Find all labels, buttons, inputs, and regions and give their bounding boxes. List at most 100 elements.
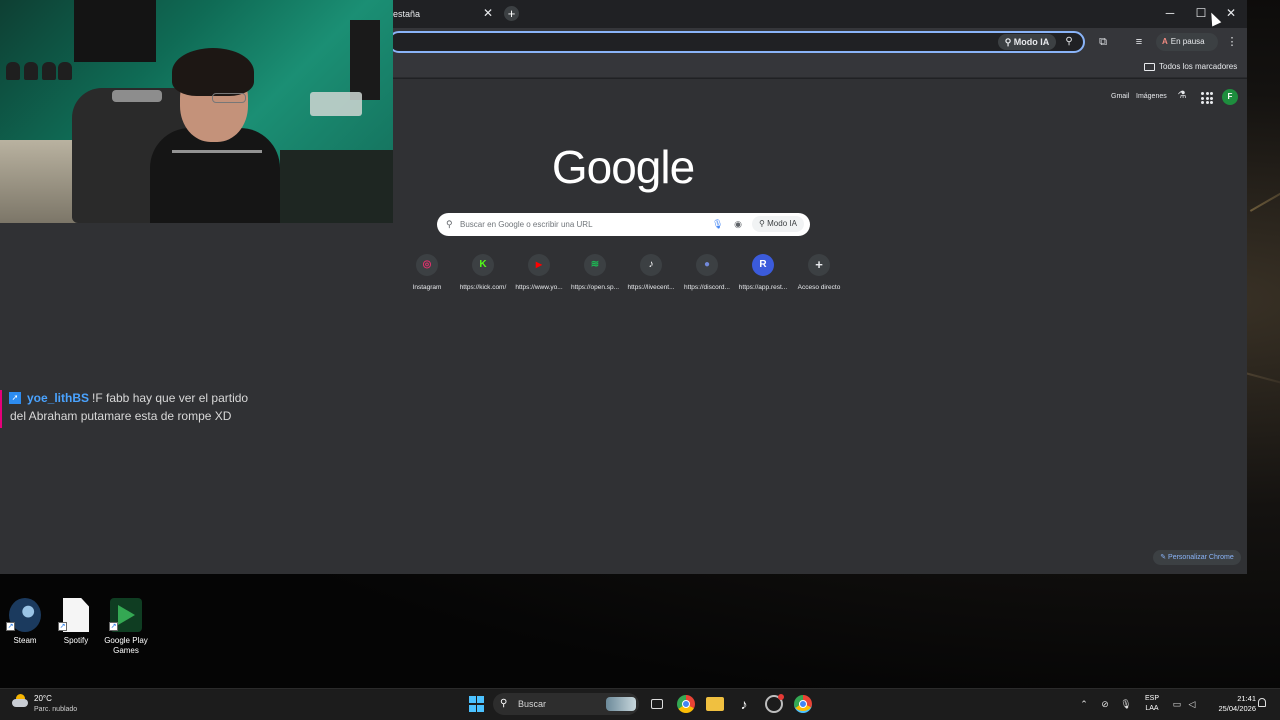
profile-avatar: A xyxy=(1162,37,1168,46)
desktop-icon-label: Spotify xyxy=(63,636,89,645)
customize-label: Personalizar Chrome xyxy=(1168,554,1234,561)
close-window-button[interactable]: ✕ xyxy=(1222,6,1240,20)
weather-description[interactable]: Parc. nublado xyxy=(34,705,77,715)
webcam-overlay xyxy=(0,0,393,223)
volume-icon[interactable]: ◁ xyxy=(1186,697,1198,711)
webcam-glasses xyxy=(212,93,246,103)
desktop-icon-steam[interactable]: ↗ Steam xyxy=(0,598,50,660)
search-icon: ⚲ xyxy=(500,698,508,709)
webcam-person-hair xyxy=(172,48,254,96)
chat-message-line: !F fabb hay que ver el partido xyxy=(92,391,249,405)
webcam-tv xyxy=(74,0,156,62)
desktop-icon-label: Steam xyxy=(13,636,37,645)
shortcut-instagram[interactable]: ◎ Instagram xyxy=(399,254,455,296)
extensions-icon[interactable]: ⧉ xyxy=(1095,34,1111,50)
profile-status-label: En pausa xyxy=(1170,37,1205,46)
address-bar[interactable] xyxy=(388,31,1085,53)
omnibox-modo-ia-button[interactable]: ⚲ Modo IA xyxy=(998,34,1056,50)
notification-bell-icon[interactable] xyxy=(1256,697,1268,710)
spotify-icon: ≋ xyxy=(584,254,606,276)
menu-kebab-icon[interactable]: ⋮ xyxy=(1224,34,1240,50)
taskbar-clock[interactable]: 21:41 25/04/2026 xyxy=(1204,694,1256,714)
customize-chrome-button[interactable]: ✎ Personalizar Chrome xyxy=(1153,550,1241,565)
new-tab-button[interactable]: + xyxy=(504,6,519,21)
shortcut-discord[interactable]: ● https://discord... xyxy=(679,254,735,296)
webcam-lamp xyxy=(310,92,362,116)
ntp-modo-ia-button[interactable]: ⚲ Modo IA xyxy=(752,216,804,232)
instagram-icon: ◎ xyxy=(416,254,438,276)
profile-paused-button[interactable]: A En pausa xyxy=(1156,33,1218,51)
task-view-icon[interactable] xyxy=(648,695,666,713)
webcam-hat xyxy=(42,62,56,80)
sparkle-search-icon: ⚲ xyxy=(1004,37,1014,47)
webcam-hat xyxy=(6,62,20,80)
shortcut-label: https://kick.com/ xyxy=(459,284,507,291)
start-windows-icon[interactable] xyxy=(469,696,485,712)
shortcut-kick[interactable]: K https://kick.com/ xyxy=(455,254,511,296)
tab-close-icon[interactable]: ✕ xyxy=(482,6,494,20)
ntp-search-input[interactable] xyxy=(460,217,700,231)
webcam-hat xyxy=(58,62,72,80)
language-indicator[interactable]: ESP LAA xyxy=(1143,694,1161,714)
google-lens-icon[interactable]: ◉ xyxy=(732,217,744,231)
desktop-icon-label: Google Play Games xyxy=(104,636,148,655)
taskbar-search-label: Buscar xyxy=(518,699,547,709)
folder-icon xyxy=(1144,62,1155,71)
clock-date: 25/04/2026 xyxy=(1218,704,1256,713)
minimize-button[interactable]: ─ xyxy=(1161,6,1179,20)
chat-badge-icon: ➚ xyxy=(9,392,21,404)
desktop-icon-spotify[interactable]: ↗ Spotify xyxy=(51,598,101,660)
language-code: ESP xyxy=(1144,695,1159,702)
shortcut-youtube[interactable]: ▶ https://www.yo... xyxy=(511,254,567,296)
microphone-icon[interactable]: 🎙︎ xyxy=(1120,697,1132,711)
keyboard-layout: LAA xyxy=(1145,705,1159,712)
shortcut-arrow-icon: ↗ xyxy=(58,622,67,631)
network-icon[interactable]: ▭ xyxy=(1171,697,1183,711)
gmail-link[interactable]: Gmail xyxy=(1111,91,1129,103)
media-control-icon[interactable]: ≡ xyxy=(1131,34,1147,50)
sparkle-search-icon: ⚲ xyxy=(759,219,768,228)
voice-search-mic-icon[interactable]: 🎙︎ xyxy=(712,217,723,231)
clock-time: 21:41 xyxy=(1237,694,1256,703)
labs-flask-icon[interactable]: ⚗ xyxy=(1176,90,1188,104)
account-avatar[interactable]: F xyxy=(1222,89,1238,105)
webcam-chair-logo xyxy=(112,90,162,102)
chat-username: yoe_lithBS xyxy=(27,391,90,405)
shortcut-label: https://discord... xyxy=(684,284,730,291)
chevron-up-icon[interactable]: ⌃ xyxy=(1078,697,1090,711)
shortcut-label: https://app.rest... xyxy=(738,284,788,291)
desktop-icon-google-play-games[interactable]: ↗ Google Play Games xyxy=(101,598,151,660)
search-icon[interactable]: ⚲ xyxy=(1062,34,1076,50)
weather-partly-cloudy-icon[interactable] xyxy=(12,693,30,709)
shortcut-spotify[interactable]: ≋ https://open.sp... xyxy=(567,254,623,296)
webcam-desk xyxy=(280,150,393,223)
search-icon: ⚲ xyxy=(446,219,453,229)
google-logo: Google xyxy=(551,141,695,193)
webcam-hat xyxy=(24,62,38,80)
webcam-shirt-stripe xyxy=(172,150,262,153)
pencil-icon: ✎ xyxy=(1160,554,1169,561)
shortcut-restream[interactable]: R https://app.rest... xyxy=(735,254,791,296)
restream-icon: R xyxy=(752,254,774,276)
shortcut-arrow-icon: ↗ xyxy=(6,622,15,631)
youtube-icon: ▶ xyxy=(528,254,550,276)
wallpaper-streak xyxy=(1245,372,1280,390)
discord-icon: ● xyxy=(696,254,718,276)
chat-message-line: del Abraham putamare esta de rompe XD xyxy=(10,409,232,423)
tiktok-live-studio-icon[interactable]: ♪ xyxy=(735,695,753,713)
wallpaper-streak xyxy=(1249,170,1280,212)
images-link[interactable]: Imágenes xyxy=(1136,91,1167,103)
shortcut-add[interactable]: + Acceso directo xyxy=(791,254,847,296)
all-bookmarks-label: Todos los marcadores xyxy=(1159,62,1238,71)
modo-ia-label: Modo IA xyxy=(767,219,797,228)
weather-temperature[interactable]: 20°C xyxy=(34,694,52,704)
chrome-taskbar-icon[interactable] xyxy=(677,695,695,713)
tiktok-icon: ♪ xyxy=(640,254,662,276)
shortcut-tiktok-live[interactable]: ♪ https://livecent... xyxy=(623,254,679,296)
chrome-active-taskbar-icon[interactable] xyxy=(794,695,812,713)
file-explorer-icon[interactable] xyxy=(706,697,724,711)
google-apps-icon[interactable] xyxy=(1199,90,1213,104)
all-bookmarks-button[interactable]: Todos los marcadores xyxy=(1144,60,1237,74)
camera-off-icon[interactable]: ⊘ xyxy=(1099,697,1111,711)
notification-dot xyxy=(778,694,784,700)
